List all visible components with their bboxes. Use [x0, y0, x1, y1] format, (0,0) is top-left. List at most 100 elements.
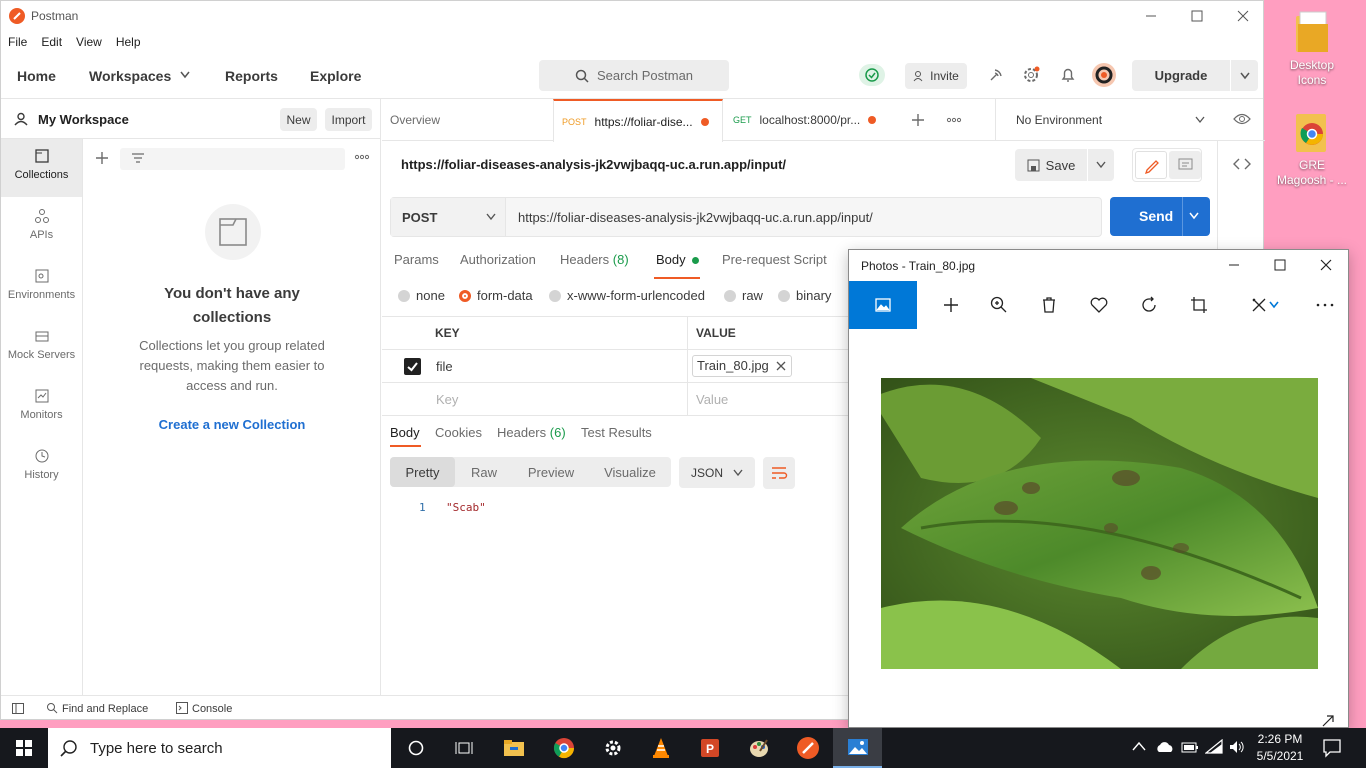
- radio-form-data[interactable]: form-data: [459, 288, 533, 303]
- invite-button[interactable]: Invite: [905, 63, 967, 89]
- value-placeholder[interactable]: Value: [696, 392, 728, 407]
- save-button[interactable]: Save: [1015, 149, 1087, 181]
- add-icon[interactable]: [927, 281, 975, 329]
- create-collection-link[interactable]: Create a new Collection: [83, 417, 381, 432]
- zoom-icon[interactable]: [975, 281, 1023, 329]
- view-preview[interactable]: Preview: [513, 457, 589, 487]
- clock[interactable]: 2:26 PM 5/5/2021: [1250, 731, 1310, 765]
- maximize-button[interactable]: [1187, 7, 1207, 25]
- nav-workspaces[interactable]: Workspaces: [89, 68, 171, 84]
- view-all-photos-icon[interactable]: [849, 281, 917, 329]
- environment-selector[interactable]: No Environment: [1016, 113, 1102, 127]
- menu-help[interactable]: Help: [116, 35, 141, 49]
- sync-status-icon[interactable]: [859, 64, 885, 86]
- close-button[interactable]: [1233, 7, 1253, 25]
- edit-icon[interactable]: [1135, 151, 1167, 179]
- menu-file[interactable]: File: [8, 35, 27, 49]
- photos-taskbar-icon[interactable]: [833, 728, 882, 768]
- import-button[interactable]: Import: [325, 108, 372, 131]
- menu-edit[interactable]: Edit: [41, 35, 62, 49]
- wifi-icon[interactable]: [1205, 739, 1223, 755]
- workspace-name[interactable]: My Workspace: [38, 112, 129, 127]
- response-tab-body[interactable]: Body: [390, 425, 420, 440]
- desktop-icon-folder[interactable]: Desktop Icons: [1273, 10, 1351, 88]
- file-explorer-icon[interactable]: [490, 728, 538, 768]
- radio-binary[interactable]: binary: [778, 288, 831, 303]
- tab-post-request[interactable]: POST https://foliar-dise...: [553, 99, 723, 142]
- upgrade-button[interactable]: Upgrade: [1132, 60, 1230, 91]
- tab-overview[interactable]: Overview: [382, 99, 552, 141]
- sidebar-item-collections[interactable]: Collections: [1, 139, 82, 197]
- comment-icon[interactable]: [1169, 151, 1201, 179]
- row-key[interactable]: file: [436, 359, 453, 374]
- key-placeholder[interactable]: Key: [436, 392, 458, 407]
- satellite-icon[interactable]: [987, 66, 1005, 84]
- settings-icon[interactable]: [589, 728, 637, 768]
- sidebar-toggle-icon[interactable]: [12, 703, 24, 714]
- send-button[interactable]: Send: [1139, 208, 1173, 224]
- tab-authorization[interactable]: Authorization: [460, 252, 536, 267]
- more-options-icon[interactable]: [354, 154, 370, 160]
- settings-icon[interactable]: [1022, 66, 1040, 84]
- view-visualize[interactable]: Visualize: [589, 457, 671, 487]
- sidebar-item-history[interactable]: History: [1, 439, 82, 497]
- chevron-down-icon[interactable]: [1259, 281, 1289, 329]
- delete-icon[interactable]: [1025, 281, 1073, 329]
- sidebar-item-apis[interactable]: APIs: [1, 199, 82, 257]
- method-select[interactable]: POST: [391, 198, 506, 236]
- request-title[interactable]: https://foliar-diseases-analysis-jk2vwjb…: [401, 157, 786, 172]
- maximize-button[interactable]: [1273, 258, 1287, 272]
- vlc-icon[interactable]: [637, 728, 685, 768]
- console-button[interactable]: Console: [192, 703, 232, 715]
- expand-icon[interactable]: [1321, 715, 1335, 727]
- nav-home[interactable]: Home: [17, 68, 56, 84]
- sidebar-item-monitors[interactable]: Monitors: [1, 379, 82, 437]
- taskbar-search[interactable]: Type here to search: [48, 728, 391, 768]
- minimize-button[interactable]: [1141, 7, 1161, 25]
- cortana-icon[interactable]: [392, 728, 440, 768]
- code-icon[interactable]: [1233, 157, 1251, 171]
- bell-icon[interactable]: [1059, 66, 1077, 84]
- add-collection-icon[interactable]: [95, 151, 109, 165]
- tab-prerequest-script[interactable]: Pre-request Script: [722, 252, 827, 267]
- rotate-icon[interactable]: [1125, 281, 1173, 329]
- onedrive-icon[interactable]: [1155, 741, 1175, 753]
- menu-view[interactable]: View: [76, 35, 102, 49]
- radio-none[interactable]: none: [398, 288, 445, 303]
- sidebar-item-environments[interactable]: Environments: [1, 259, 82, 317]
- url-input[interactable]: https://foliar-diseases-analysis-jk2vwjb…: [518, 210, 873, 225]
- paint-icon[interactable]: [735, 728, 783, 768]
- powerpoint-icon[interactable]: P: [686, 728, 734, 768]
- file-chip[interactable]: Train_80.jpg: [692, 355, 792, 377]
- avatar[interactable]: [1092, 63, 1116, 87]
- chrome-icon[interactable]: [540, 728, 588, 768]
- sidebar-item-mock-servers[interactable]: Mock Servers: [1, 319, 82, 377]
- battery-icon[interactable]: [1181, 740, 1199, 754]
- tab-body[interactable]: Body: [656, 252, 700, 267]
- radio-raw[interactable]: raw: [724, 288, 763, 303]
- nav-explore[interactable]: Explore: [310, 68, 361, 84]
- view-raw[interactable]: Raw: [455, 457, 513, 487]
- postman-taskbar-icon[interactable]: [784, 728, 832, 768]
- collection-filter-input[interactable]: [120, 148, 345, 170]
- volume-icon[interactable]: [1228, 739, 1246, 755]
- send-dropdown-icon[interactable]: [1189, 212, 1199, 220]
- minimize-button[interactable]: [1227, 258, 1241, 272]
- format-select[interactable]: JSON: [679, 457, 755, 488]
- tab-params[interactable]: Params: [394, 252, 439, 267]
- start-button[interactable]: [0, 728, 48, 768]
- remove-file-icon[interactable]: [776, 361, 786, 371]
- tab-headers[interactable]: Headers (8): [560, 252, 629, 267]
- radio-x-www-form-urlencoded[interactable]: x-www-form-urlencoded: [549, 288, 705, 303]
- wrap-lines-icon[interactable]: [763, 457, 795, 489]
- response-tab-headers[interactable]: Headers (6): [497, 425, 566, 440]
- nav-reports[interactable]: Reports: [225, 68, 278, 84]
- upgrade-dropdown[interactable]: [1231, 60, 1258, 91]
- tab-get-request[interactable]: GET localhost:8000/pr...: [725, 99, 895, 141]
- new-tab-icon[interactable]: [911, 113, 925, 127]
- desktop-icon-gre[interactable]: GRE Magoosh - ...: [1273, 110, 1351, 188]
- task-view-icon[interactable]: [440, 728, 488, 768]
- response-tab-cookies[interactable]: Cookies: [435, 425, 482, 440]
- search-bar[interactable]: Search Postman: [539, 60, 729, 91]
- row-checkbox[interactable]: [404, 358, 421, 375]
